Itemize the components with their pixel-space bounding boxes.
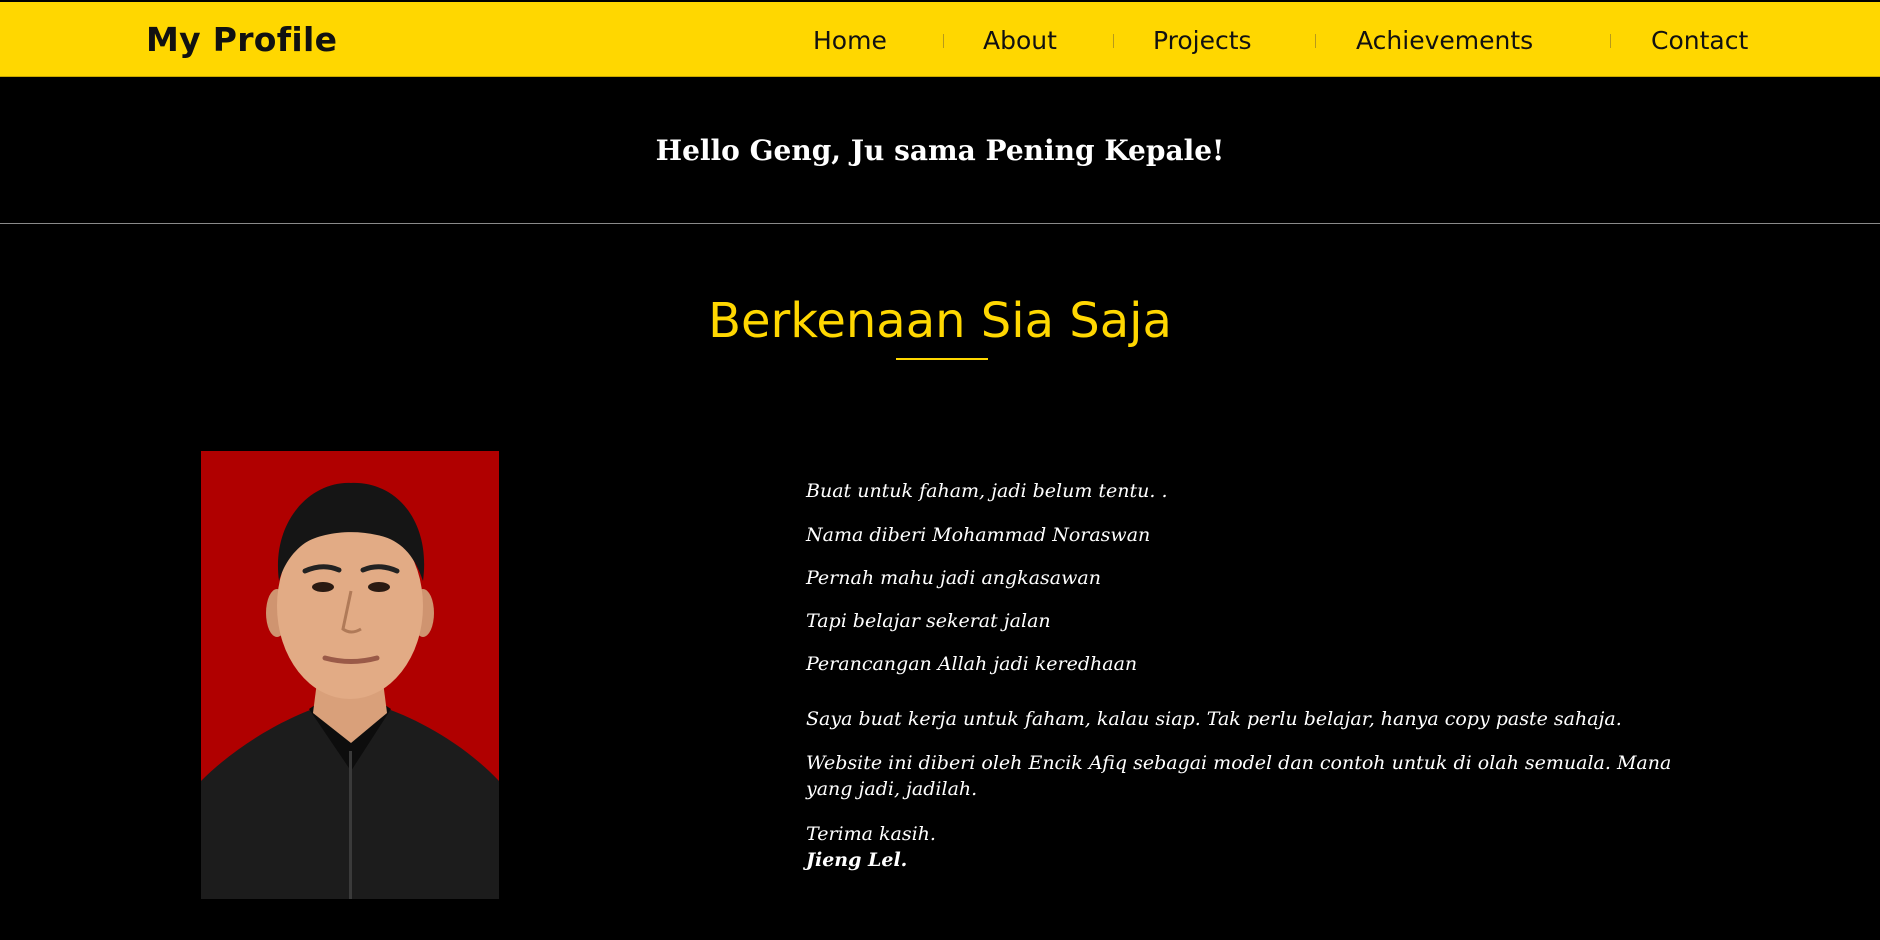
about-line: Nama diberi Mohammad Noraswan [806,524,1151,546]
signature: Jieng Lel. [806,849,908,871]
about-line: Buat untuk faham, jadi belum tentu. . [806,480,1168,502]
hero-greeting: Hello Geng, Ju sama Pening Kepale! [655,134,1225,167]
title-underline [896,358,988,360]
nav-separator [943,34,944,48]
about-paragraph: Saya buat kerja untuk faham, kalau siap.… [806,708,1622,730]
nav-achievements-link[interactable]: Achievements [1356,24,1533,58]
section-divider [0,223,1880,224]
nav-separator [1610,34,1611,48]
nav-contact-link[interactable]: Contact [1651,24,1748,58]
hero-section: Hello Geng, Ju sama Pening Kepale! [0,77,1880,224]
nav-about-link[interactable]: About [983,24,1057,58]
closing-text: Terima kasih. [806,823,936,845]
nav-separator [1315,34,1316,48]
profile-photo [201,451,499,899]
top-navbar: My Profile Home About Projects Achieveme… [0,2,1880,77]
about-line: Pernah mahu jadi angkasawan [806,567,1101,589]
nav-home-link[interactable]: Home [813,24,887,58]
nav-projects-link[interactable]: Projects [1153,24,1252,58]
about-line: Tapi belajar sekerat jalan [806,610,1051,632]
nav-separator [1113,34,1114,48]
about-paragraph: Website ini diberi oleh Encik Afiq sebag… [806,752,1672,800]
about-section-title: Berkenaan Sia Saja [708,293,1172,349]
brand-logo[interactable]: My Profile [146,20,337,60]
about-line: Perancangan Allah jadi keredhaan [806,653,1138,675]
